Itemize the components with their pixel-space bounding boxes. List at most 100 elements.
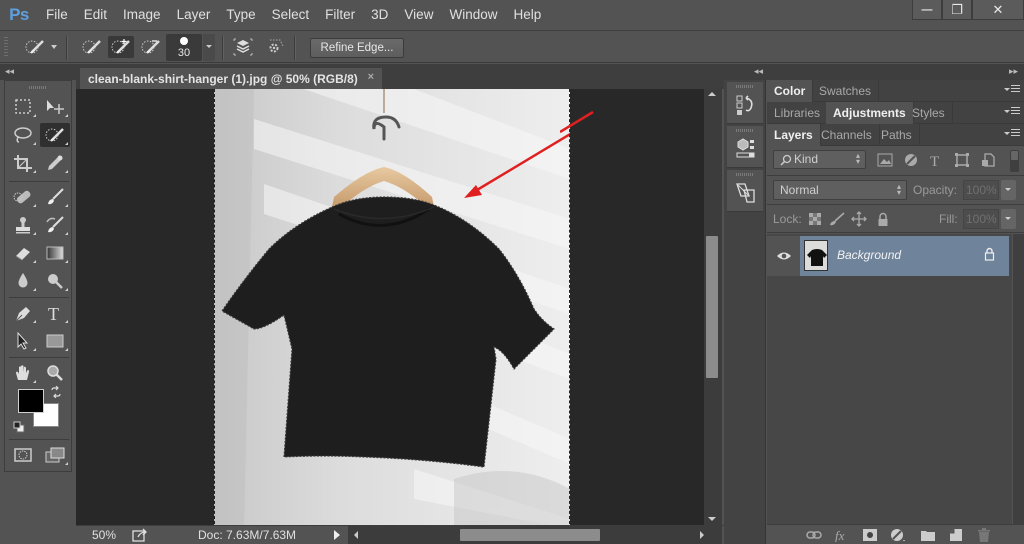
lock-transparent-pixels[interactable] — [807, 211, 823, 227]
add-layer-mask-button[interactable] — [861, 527, 879, 543]
collapse-dock-icon[interactable]: ◂◂ — [754, 66, 763, 77]
menu-select[interactable]: Select — [264, 0, 318, 30]
brush-size-dropdown[interactable] — [203, 34, 215, 61]
tool-preset-picker[interactable] — [22, 36, 48, 58]
layer-name[interactable]: Background — [837, 248, 901, 262]
crop-tool[interactable] — [8, 151, 38, 175]
scroll-left-icon[interactable] — [354, 531, 358, 539]
layer-visibility-toggle[interactable] — [767, 236, 800, 276]
screen-mode-button[interactable] — [40, 443, 70, 467]
filter-toggle-switch[interactable] — [1010, 150, 1019, 172]
close-document-icon[interactable]: × — [368, 71, 374, 83]
tab-paths[interactable]: Paths — [874, 124, 920, 146]
zoom-level[interactable]: 50% — [92, 528, 116, 542]
tab-swatches[interactable]: Swatches — [812, 80, 880, 102]
preset-dropdown-icon[interactable] — [51, 45, 57, 49]
menu-edit[interactable]: Edit — [76, 0, 115, 30]
spot-healing-brush-tool[interactable] — [8, 185, 38, 209]
lasso-tool[interactable] — [8, 123, 38, 147]
refine-edge-button[interactable]: Refine Edge... — [310, 38, 404, 58]
close-button[interactable]: ✕ — [972, 0, 1024, 20]
options-bar-grip[interactable] — [4, 37, 8, 57]
menu-3d[interactable]: 3D — [363, 0, 396, 30]
tab-channels[interactable]: Channels — [814, 124, 880, 146]
menu-help[interactable]: Help — [505, 0, 549, 30]
rectangular-marquee-tool[interactable] — [8, 95, 38, 119]
tab-adjustments[interactable]: Adjustments — [826, 102, 914, 124]
expand-panels-icon[interactable]: ▸▸ — [1009, 66, 1018, 77]
filter-pixel-layers[interactable] — [876, 151, 894, 169]
share-icon[interactable] — [132, 528, 148, 544]
scroll-right-icon[interactable] — [700, 531, 704, 539]
menu-view[interactable]: View — [396, 0, 441, 30]
document-tab[interactable]: clean-blank-shirt-hanger (1).jpg @ 50% (… — [80, 68, 382, 89]
horizontal-scroll-thumb[interactable] — [460, 529, 600, 541]
scroll-up-icon[interactable] — [708, 92, 716, 96]
history-brush-tool[interactable] — [40, 213, 70, 237]
layer-item-background[interactable]: Background — [800, 236, 1009, 276]
collapse-toolbar-icon[interactable]: ◂◂ — [5, 66, 14, 77]
minimize-button[interactable]: — — [912, 0, 942, 20]
gradient-tool[interactable] — [40, 241, 70, 265]
subtract-from-selection-button[interactable] — [138, 36, 164, 58]
history-panel-button[interactable] — [727, 82, 763, 124]
menu-filter[interactable]: Filter — [317, 0, 363, 30]
canvas-area[interactable] — [76, 89, 704, 525]
eyedropper-tool[interactable] — [40, 151, 70, 175]
new-layer-button[interactable] — [947, 527, 965, 543]
filter-type-layers[interactable]: T — [927, 151, 945, 169]
opacity-input[interactable]: 100% — [963, 180, 999, 200]
eraser-tool[interactable] — [8, 241, 38, 265]
add-to-selection-button[interactable] — [108, 36, 134, 58]
fill-dropdown[interactable] — [1001, 209, 1016, 229]
dodge-tool[interactable] — [40, 269, 70, 293]
hand-tool[interactable] — [8, 361, 38, 385]
tab-styles[interactable]: Styles — [905, 102, 953, 124]
type-tool[interactable]: T — [40, 301, 70, 325]
new-adjustment-layer-button[interactable] — [889, 527, 907, 543]
add-layer-style-button[interactable]: fx — [833, 527, 851, 543]
tab-libraries[interactable]: Libraries — [767, 102, 829, 124]
auto-enhance-button[interactable] — [262, 36, 288, 58]
path-selection-tool[interactable] — [8, 329, 38, 353]
menu-window[interactable]: Window — [441, 0, 505, 30]
clone-stamp-tool[interactable] — [8, 213, 38, 237]
brush-tool[interactable] — [40, 185, 70, 209]
rectangle-tool[interactable] — [40, 329, 70, 353]
menu-file[interactable]: File — [38, 0, 76, 30]
pen-tool[interactable] — [8, 301, 38, 325]
panel-menu-button[interactable] — [1004, 129, 1020, 139]
move-tool[interactable] — [40, 95, 70, 119]
filter-kind-select[interactable]: Kind ▴ ▾ — [773, 150, 866, 169]
opacity-dropdown[interactable] — [1001, 180, 1016, 200]
layers-scrollbar[interactable] — [1013, 234, 1024, 524]
filter-smart-objects[interactable] — [979, 151, 997, 169]
panel-menu-button[interactable] — [1004, 85, 1020, 95]
link-layers-button[interactable] — [805, 527, 823, 543]
panel-menu-button[interactable] — [1004, 107, 1020, 117]
lock-position[interactable] — [851, 211, 867, 227]
restore-button[interactable]: ❐ — [942, 0, 972, 20]
sample-all-layers-button[interactable] — [230, 36, 256, 58]
blur-tool[interactable] — [8, 269, 38, 293]
swap-colors-button[interactable] — [50, 385, 62, 401]
brush-size-picker[interactable]: 30 — [166, 34, 202, 61]
new-group-button[interactable] — [919, 527, 937, 543]
menu-type[interactable]: Type — [218, 0, 263, 30]
status-menu-arrow-icon[interactable] — [334, 530, 340, 540]
layer-row[interactable]: Background — [767, 236, 1012, 276]
transform-panel-button[interactable] — [727, 170, 763, 212]
vertical-scrollbar[interactable] — [704, 89, 722, 525]
tab-color[interactable]: Color — [767, 80, 814, 102]
lock-all[interactable] — [875, 211, 891, 227]
blend-mode-select[interactable]: Normal ▴ ▾ — [773, 180, 907, 200]
lock-image-pixels[interactable] — [829, 211, 845, 227]
tab-layers[interactable]: Layers — [767, 124, 821, 146]
new-selection-button[interactable] — [79, 36, 105, 58]
zoom-tool[interactable] — [40, 361, 70, 385]
delete-layer-button[interactable] — [975, 527, 993, 543]
fill-input[interactable]: 100% — [963, 209, 999, 229]
menu-layer[interactable]: Layer — [169, 0, 219, 30]
3d-panel-button[interactable] — [727, 126, 763, 168]
document-image[interactable] — [214, 89, 570, 525]
